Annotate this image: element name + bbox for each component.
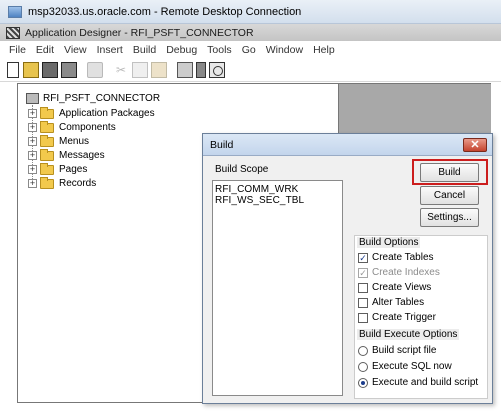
- alter-tables-checkbox[interactable]: Alter Tables: [358, 297, 424, 308]
- execute-and-build-script-radio[interactable]: Execute and build script: [358, 377, 478, 388]
- tree-item-label: Application Packages: [59, 108, 155, 119]
- remote-desktop-titlebar: msp32033.us.oracle.com - Remote Desktop …: [0, 0, 501, 24]
- cancel-button[interactable]: Cancel: [420, 186, 479, 205]
- build-options-label: Build Options: [357, 237, 421, 248]
- expand-icon[interactable]: +: [28, 179, 37, 188]
- list-item[interactable]: RFI_COMM_WRK: [215, 184, 298, 195]
- radio-icon[interactable]: [358, 361, 368, 372]
- tree-root[interactable]: RFI_PSFT_CONNECTOR: [26, 93, 160, 104]
- checkbox-checked-icon: ✓: [358, 267, 368, 278]
- settings-button[interactable]: Settings...: [420, 208, 479, 227]
- checkbox-label: Alter Tables: [372, 297, 425, 308]
- menu-edit[interactable]: Edit: [31, 44, 59, 56]
- menu-view[interactable]: View: [59, 44, 92, 56]
- list-item[interactable]: RFI_WS_SEC_TBL: [215, 195, 304, 206]
- radio-icon[interactable]: [358, 345, 368, 356]
- open-icon[interactable]: [23, 61, 39, 78]
- menu-window[interactable]: Window: [261, 44, 308, 56]
- expand-icon[interactable]: +: [28, 151, 37, 160]
- tree-item-label: Pages: [59, 164, 88, 175]
- folder-icon: [40, 134, 54, 147]
- menu-help[interactable]: Help: [308, 44, 340, 56]
- radio-label: Build script file: [372, 345, 437, 356]
- build-icon[interactable]: [209, 61, 225, 78]
- menu-tools[interactable]: Tools: [202, 44, 237, 56]
- create-tables-checkbox[interactable]: ✓ Create Tables: [358, 252, 434, 263]
- app-title: Application Designer - RFI_PSFT_CONNECTO…: [25, 26, 254, 39]
- print-icon[interactable]: [87, 61, 103, 78]
- folder-icon: [40, 176, 54, 189]
- folder-icon: [40, 148, 54, 161]
- expand-icon[interactable]: +: [28, 165, 37, 174]
- tree-item-label: Messages: [59, 150, 105, 161]
- menu-file[interactable]: File: [4, 44, 31, 56]
- build-button[interactable]: Build: [420, 163, 479, 182]
- expand-icon[interactable]: +: [28, 109, 37, 118]
- save-icon[interactable]: [42, 61, 58, 78]
- paste-icon[interactable]: [151, 61, 167, 78]
- expand-icon[interactable]: +: [28, 123, 37, 132]
- tree-item-components[interactable]: + Components: [28, 120, 116, 133]
- tree-item-label: Records: [59, 178, 97, 189]
- menu-go[interactable]: Go: [237, 44, 261, 56]
- close-icon[interactable]: ✕: [463, 138, 487, 152]
- menu-bar: File Edit View Insert Build Debug Tools …: [0, 41, 501, 58]
- expand-icon[interactable]: +: [28, 137, 37, 146]
- properties-icon[interactable]: [177, 61, 193, 78]
- checkbox-label: Create Trigger: [372, 312, 436, 323]
- execute-sql-now-radio[interactable]: Execute SQL now: [358, 361, 452, 372]
- app-designer-icon: [6, 26, 20, 39]
- checkbox-icon[interactable]: [358, 282, 368, 293]
- app-titlebar: Application Designer - RFI_PSFT_CONNECTO…: [0, 24, 501, 41]
- tree-root-label: RFI_PSFT_CONNECTOR: [43, 93, 161, 104]
- radio-label: Execute and build script: [372, 377, 479, 388]
- dialog-titlebar: Build ✕: [203, 134, 492, 156]
- tree-item-application-packages[interactable]: + Application Packages: [28, 106, 155, 119]
- checkbox-icon[interactable]: [358, 297, 368, 308]
- create-views-checkbox[interactable]: Create Views: [358, 282, 431, 293]
- tree-item-label: Menus: [59, 136, 90, 147]
- copy-icon[interactable]: [132, 61, 148, 78]
- build-script-file-radio[interactable]: Build script file: [358, 345, 436, 356]
- folder-icon: [40, 120, 54, 133]
- menu-insert[interactable]: Insert: [92, 44, 128, 56]
- tree-item-menus[interactable]: + Menus: [28, 134, 90, 147]
- build-dialog: Build ✕ Build Scope RFI_COMM_WRK RFI_WS_…: [202, 133, 493, 404]
- create-indexes-checkbox: ✓ Create Indexes: [358, 267, 440, 278]
- build-scope-label: Build Scope: [215, 164, 269, 175]
- checkbox-label: Create Views: [372, 282, 432, 293]
- new-icon[interactable]: [7, 61, 19, 78]
- checkbox-checked-icon[interactable]: ✓: [358, 252, 368, 263]
- dialog-title: Build: [210, 139, 234, 151]
- radio-selected-icon[interactable]: [358, 377, 368, 388]
- checkbox-label: Create Tables: [372, 252, 434, 263]
- remote-desktop-icon: [8, 5, 22, 18]
- checkbox-label: Create Indexes: [372, 267, 440, 278]
- tree-item-label: Components: [59, 122, 116, 133]
- folder-icon: [40, 162, 54, 175]
- tree-item-records[interactable]: + Records: [28, 176, 97, 189]
- save-all-icon[interactable]: [61, 61, 77, 78]
- cut-icon[interactable]: ✂: [113, 62, 129, 78]
- project-icon: [26, 93, 39, 104]
- menu-build[interactable]: Build: [128, 44, 161, 56]
- radio-label: Execute SQL now: [372, 361, 452, 372]
- tree-item-messages[interactable]: + Messages: [28, 148, 105, 161]
- remote-desktop-title: msp32033.us.oracle.com - Remote Desktop …: [28, 5, 302, 18]
- toolbar: ✂: [0, 58, 501, 82]
- checkbox-icon[interactable]: [358, 312, 368, 323]
- project-icon[interactable]: [196, 61, 206, 78]
- menu-debug[interactable]: Debug: [161, 44, 202, 56]
- folder-icon: [40, 106, 54, 119]
- create-trigger-checkbox[interactable]: Create Trigger: [358, 312, 436, 323]
- build-execute-options-label: Build Execute Options: [357, 329, 460, 340]
- tree-item-pages[interactable]: + Pages: [28, 162, 88, 175]
- build-scope-list[interactable]: RFI_COMM_WRK RFI_WS_SEC_TBL: [212, 180, 343, 396]
